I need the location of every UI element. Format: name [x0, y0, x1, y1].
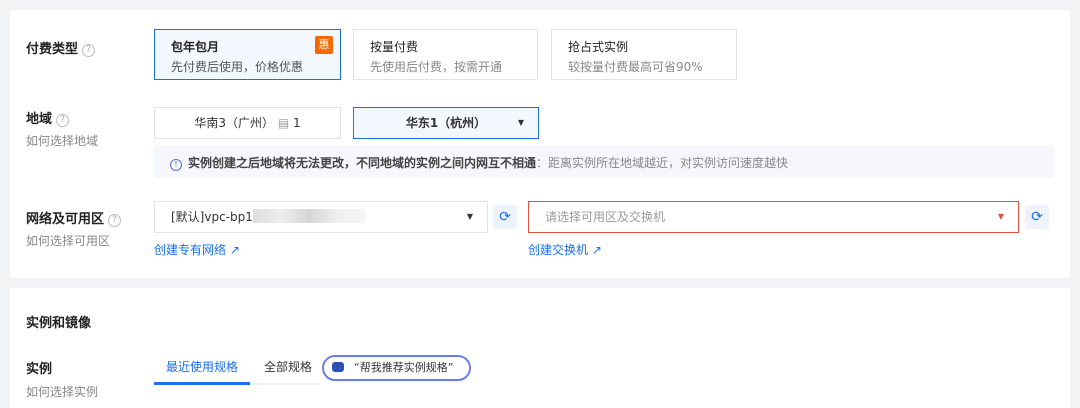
- create-vswitch-link[interactable]: 创建交换机 ↗: [528, 241, 602, 258]
- caret-down-icon: ▼: [466, 212, 473, 221]
- caret-down-icon: ▼: [997, 212, 1004, 221]
- config-card: 付费类型? 包年包月 先付费后使用，价格优惠 惠 按量付费 先使用后付费，按需开…: [10, 10, 1070, 278]
- external-link-icon: ↗: [591, 243, 602, 257]
- tab-all[interactable]: 全部规格: [258, 358, 318, 375]
- region-notice: ! 实例创建之后地域将无法更改，不同地域的实例之间内网互不相通：距离实例所在地域越…: [154, 145, 1054, 178]
- region-select-hangzhou[interactable]: 华东1（杭州） ▼: [353, 107, 539, 139]
- server-icon: ▤: [277, 116, 290, 130]
- info-icon: !: [170, 159, 182, 171]
- link-text: 创建专有网络: [154, 243, 227, 257]
- network-label-text: 网络及可用区: [26, 212, 105, 227]
- help-icon[interactable]: ?: [82, 44, 96, 57]
- vpc-select[interactable]: [默认]vpc-bp1 ▼: [154, 201, 488, 233]
- network-label: 网络及可用区?: [26, 208, 122, 227]
- redacted-mask: [252, 209, 365, 223]
- link-text: 创建交换机: [528, 243, 589, 257]
- option-desc: 先付费后使用，价格优惠: [171, 60, 304, 74]
- tab-recent[interactable]: 最近使用规格: [154, 358, 250, 385]
- region-name: 华南3（广州）: [194, 116, 274, 130]
- instance-card: 实例和镜像 实例 如何选择实例 最近使用规格 全部规格 “帮我推荐实例规格”: [10, 288, 1070, 408]
- assistant-label: “帮我推荐实例规格”: [354, 361, 454, 374]
- billing-option-payg[interactable]: 按量付费 先使用后付费，按需开通: [353, 29, 538, 80]
- ai-recommend-button[interactable]: “帮我推荐实例规格”: [322, 355, 471, 381]
- external-link-icon: ↗: [229, 243, 240, 257]
- instance-help-link[interactable]: 如何选择实例: [26, 383, 98, 400]
- region-label-text: 地域: [26, 112, 53, 127]
- notice-text: ：距离实例所在地域越近，对实例访问速度越快: [536, 156, 789, 170]
- instance-label: 实例: [26, 362, 53, 377]
- create-vpc-link[interactable]: 创建专有网络 ↗: [154, 241, 240, 258]
- help-icon[interactable]: ?: [56, 114, 70, 127]
- region-label: 地域?: [26, 108, 70, 127]
- region-name: 华东1（杭州）: [405, 116, 487, 130]
- billing-option-subscription[interactable]: 包年包月 先付费后使用，价格优惠 惠: [154, 29, 341, 80]
- region-help-link[interactable]: 如何选择地域: [26, 132, 98, 149]
- robot-icon: [332, 362, 344, 372]
- notice-bold: 实例创建之后地域将无法更改，不同地域的实例之间内网互不相通: [188, 156, 537, 170]
- option-title: 按量付费: [370, 40, 419, 54]
- zone-select[interactable]: 请选择可用区及交换机 ▼: [528, 201, 1019, 233]
- zone-help-link[interactable]: 如何选择可用区: [26, 232, 110, 249]
- vpc-value: [默认]vpc-bp1: [171, 210, 253, 224]
- zone-placeholder: 请选择可用区及交换机: [545, 210, 666, 224]
- option-desc: 较按量付费最高可省90%: [568, 60, 703, 74]
- discount-badge: 惠: [315, 36, 333, 54]
- section-title: 实例和镜像: [26, 316, 92, 331]
- refresh-vpc-button[interactable]: ⟳: [493, 205, 517, 229]
- region-option-guangzhou[interactable]: 华南3（广州） ▤ 1: [154, 107, 341, 139]
- refresh-zone-button[interactable]: ⟳: [1025, 205, 1049, 229]
- option-desc: 先使用后付费，按需开通: [370, 60, 503, 74]
- billing-label-text: 付费类型: [26, 42, 79, 57]
- billing-label: 付费类型?: [26, 38, 96, 57]
- billing-option-spot[interactable]: 抢占式实例 较按量付费最高可省90%: [551, 29, 737, 80]
- help-icon[interactable]: ?: [108, 214, 122, 227]
- caret-down-icon: ▼: [517, 118, 524, 127]
- region-count: 1: [293, 116, 301, 130]
- option-title: 抢占式实例: [568, 40, 629, 54]
